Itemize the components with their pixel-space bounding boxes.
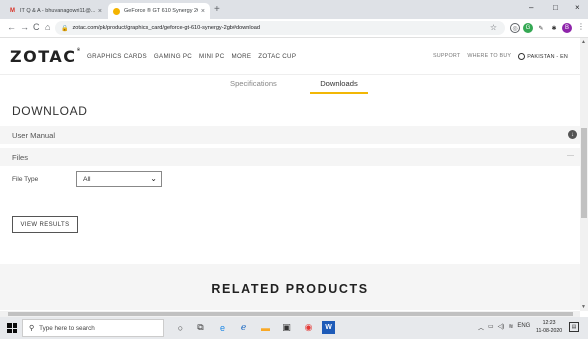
accordion-files[interactable]: Files — <box>0 148 580 166</box>
forward-button[interactable]: → <box>20 22 29 32</box>
download-arrow-icon[interactable]: ↓ <box>568 130 577 139</box>
minimize-button[interactable]: – <box>529 3 533 12</box>
view-results-button[interactable]: VIEW RESULTS <box>12 216 78 233</box>
clock-date: 11-08-2020 <box>536 327 563 334</box>
avatar[interactable]: B <box>562 23 572 33</box>
browser-toolbar: ← → C ⌂ 🔒 zotac.com/pk/product/graphics_… <box>0 19 588 38</box>
collapse-icon[interactable]: — <box>567 152 574 159</box>
nav-support[interactable]: SUPPORT <box>433 53 460 60</box>
taskbar-clock[interactable]: 12:23 11-08-2020 <box>536 320 562 335</box>
windows-start-icon[interactable] <box>7 323 17 333</box>
browser-tab-gmail[interactable]: M IT Q & A - bhuvanagowri11@... × <box>4 3 107 19</box>
tab-title: IT Q & A - bhuvanagowri11@... <box>20 8 95 14</box>
task-view-icon[interactable]: ⧉ <box>194 321 207 334</box>
home-button[interactable]: ⌂ <box>45 22 50 32</box>
grammarly-icon[interactable]: G <box>523 23 533 33</box>
file-type-value: All <box>83 175 91 183</box>
file-type-label: File Type <box>12 176 39 183</box>
tab-title: GeForce ® GT 610 Synergy 2GB <box>124 8 198 14</box>
ie-icon[interactable]: ℯ <box>237 321 250 334</box>
accordion-label: Files <box>12 152 29 162</box>
gmail-icon: M <box>10 8 15 14</box>
back-button[interactable]: ← <box>7 22 16 32</box>
browser-tab-zotac[interactable]: GeForce ® GT 610 Synergy 2GB × <box>108 3 210 19</box>
nav-zotac-cup[interactable]: ZOTAC CUP <box>258 53 296 60</box>
browser-tabstrip: M IT Q & A - bhuvanagowri11@... × GeForc… <box>0 0 588 19</box>
taskbar-search-input[interactable]: ⚲ Type here to search <box>22 319 164 337</box>
nav-mini-pc[interactable]: MINI PC <box>199 53 224 60</box>
chrome-icon[interactable]: ◉ <box>302 321 315 334</box>
tab-specifications[interactable]: Specifications <box>230 79 277 88</box>
vertical-scrollbar[interactable]: ▲ ▼ <box>580 38 588 311</box>
extension-tool-icon[interactable]: ✎ <box>536 23 546 33</box>
url-text: zotac.com/pk/product/graphics_card/gefor… <box>72 25 260 31</box>
network-icon[interactable]: ≋ <box>508 323 513 332</box>
product-subtabs: Specifications Downloads <box>0 74 580 94</box>
close-window-button[interactable]: × <box>575 3 580 12</box>
nav-where-to-buy[interactable]: WHERE TO BUY <box>467 53 511 60</box>
bookmark-star-icon[interactable]: ☆ <box>490 23 497 32</box>
address-bar[interactable]: 🔒 zotac.com/pk/product/graphics_card/gef… <box>55 21 505 35</box>
clock-time: 12:23 <box>542 320 556 326</box>
store-icon[interactable]: ▣ <box>280 321 293 334</box>
windows-taskbar: ⚲ Type here to search ○ ⧉ e ℯ ▬ ▣ ◉ W ︿ … <box>0 317 588 339</box>
download-title: DOWNLOAD <box>12 104 88 118</box>
nav-gaming-pc[interactable]: GAMING PC <box>154 53 192 60</box>
chevron-down-icon: ⌄ <box>150 174 157 183</box>
nav-more[interactable]: MORE <box>232 53 252 60</box>
zotac-icon <box>113 7 120 15</box>
related-products-title: RELATED PRODUCTS <box>211 282 369 296</box>
system-tray: ︿ ▭ ◁) ≋ ENG <box>478 323 530 332</box>
accordion-label: User Manual <box>12 130 56 140</box>
scroll-down-icon[interactable]: ▼ <box>581 304 586 310</box>
maximize-button[interactable]: □ <box>553 3 558 12</box>
scrollbar-thumb[interactable] <box>8 312 573 316</box>
related-products-section: RELATED PRODUCTS <box>0 264 580 310</box>
search-icon: ⚲ <box>29 325 35 332</box>
notification-icon[interactable]: ▤ <box>569 322 579 332</box>
volume-icon[interactable]: ◁) <box>498 323 505 332</box>
battery-icon[interactable]: ▭ <box>488 323 494 332</box>
nav-graphics-cards[interactable]: GRAPHICS CARDS <box>87 53 147 60</box>
globe-icon <box>518 53 526 60</box>
zotac-logo[interactable]: ZOTAC® <box>10 47 81 66</box>
chevron-up-icon[interactable]: ︿ <box>478 323 484 332</box>
file-type-select[interactable]: All ⌄ <box>76 171 162 187</box>
file-explorer-icon[interactable]: ▬ <box>259 321 272 334</box>
puzzle-icon[interactable]: ✱ <box>549 23 559 33</box>
utility-nav: SUPPORT WHERE TO BUY PAKISTAN - EN <box>433 53 568 60</box>
extension-icon[interactable]: ◎ <box>510 23 520 33</box>
tab-downloads[interactable]: Downloads <box>310 79 368 94</box>
main-nav: GRAPHICS CARDS GAMING PC MINI PC MORE ZO… <box>87 53 296 60</box>
accordion-user-manual[interactable]: User Manual ↓ <box>0 126 580 144</box>
scrollbar-thumb[interactable] <box>581 128 587 218</box>
word-icon[interactable]: W <box>322 321 335 334</box>
new-tab-button[interactable]: + <box>214 4 220 15</box>
lock-icon: 🔒 <box>61 25 69 32</box>
close-icon[interactable]: × <box>201 8 205 15</box>
scroll-up-icon[interactable]: ▲ <box>581 39 586 45</box>
cortana-icon[interactable]: ○ <box>174 321 187 334</box>
more-menu-icon[interactable]: ⋮ <box>577 22 585 31</box>
site-header: ZOTAC® GRAPHICS CARDS GAMING PC MINI PC … <box>0 38 580 74</box>
language-indicator[interactable]: ENG <box>517 323 530 332</box>
region-selector[interactable]: PAKISTAN - EN <box>518 53 568 60</box>
reload-button[interactable]: C <box>33 22 40 32</box>
edge-icon[interactable]: e <box>216 321 229 334</box>
close-icon[interactable]: × <box>98 8 102 15</box>
